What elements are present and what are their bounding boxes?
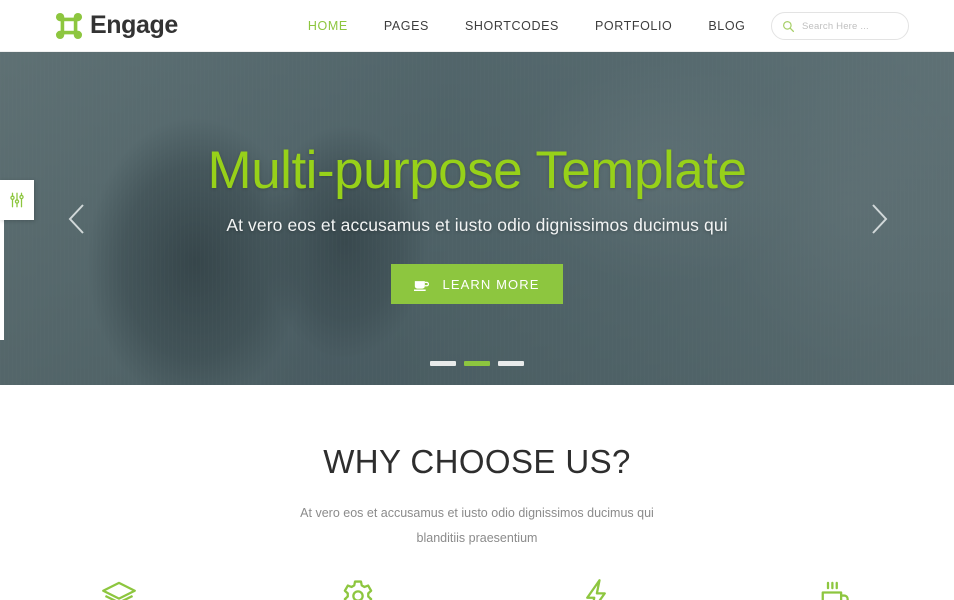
nav-item-shortcodes[interactable]: SHORTCODES — [447, 19, 577, 33]
feature-item-layers[interactable] — [0, 575, 239, 600]
why-choose-us-title: WHY CHOOSE US? — [323, 443, 631, 480]
why-subtitle-line-1: At vero eos et accusamus et iusto odio d… — [300, 506, 654, 520]
nav-item-portfolio[interactable]: PORTFOLIO — [577, 19, 690, 33]
gear-icon — [343, 580, 373, 600]
hero-prev-arrow[interactable] — [60, 197, 94, 241]
brand-name: Engage — [90, 11, 178, 39]
hero-next-arrow[interactable] — [862, 197, 896, 241]
nav-item-blog[interactable]: BLOG — [690, 19, 763, 33]
command-nodes-icon — [55, 12, 83, 39]
learn-more-button[interactable]: LEARN MORE — [390, 264, 564, 304]
feature-icon-row — [0, 575, 954, 600]
chevron-right-icon — [872, 203, 888, 234]
hero-dot-1[interactable] — [430, 361, 456, 366]
sliders-icon — [10, 192, 24, 208]
learn-more-label: LEARN MORE — [442, 276, 540, 292]
theme-settings-panel-edge — [0, 220, 4, 340]
feature-item-settings[interactable] — [239, 575, 478, 600]
hero-title: Multi-purpose Template — [207, 141, 747, 200]
why-subtitle-line-2: blanditiis praesentium — [416, 531, 538, 545]
search-input[interactable] — [802, 20, 902, 32]
nav-item-home[interactable]: HOME — [290, 19, 366, 33]
lightning-bolt-icon — [586, 579, 607, 600]
hero-subtitle: At vero eos et accusamus et iusto odio d… — [226, 215, 728, 235]
layers-icon — [102, 581, 137, 600]
theme-settings-toggle[interactable] — [0, 180, 34, 220]
brand-logo[interactable]: Engage — [54, 11, 178, 41]
feature-item-speed[interactable] — [477, 575, 716, 600]
hero-content: Multi-purpose Template At vero eos et ac… — [0, 144, 954, 304]
hero-dot-2[interactable] — [464, 361, 490, 366]
search-icon — [783, 20, 795, 32]
feature-item-support[interactable] — [716, 575, 954, 600]
site-header: Engage HOME PAGES SHORTCODES PORTFOLIO B… — [0, 0, 954, 52]
coffee-cup-icon — [413, 280, 429, 291]
hero-dot-3[interactable] — [498, 361, 524, 366]
page-root: Engage HOME PAGES SHORTCODES PORTFOLIO B… — [0, 0, 954, 600]
chevron-left-icon — [68, 203, 84, 234]
nav-item-pages[interactable]: PAGES — [366, 19, 447, 33]
hero-slider: Multi-purpose Template At vero eos et ac… — [0, 52, 954, 385]
search-box[interactable] — [771, 12, 909, 40]
why-choose-us-section: WHY CHOOSE US? At vero eos et accusamus … — [0, 385, 954, 600]
coffee-mug-icon — [821, 581, 849, 600]
hero-pagination — [0, 361, 954, 366]
